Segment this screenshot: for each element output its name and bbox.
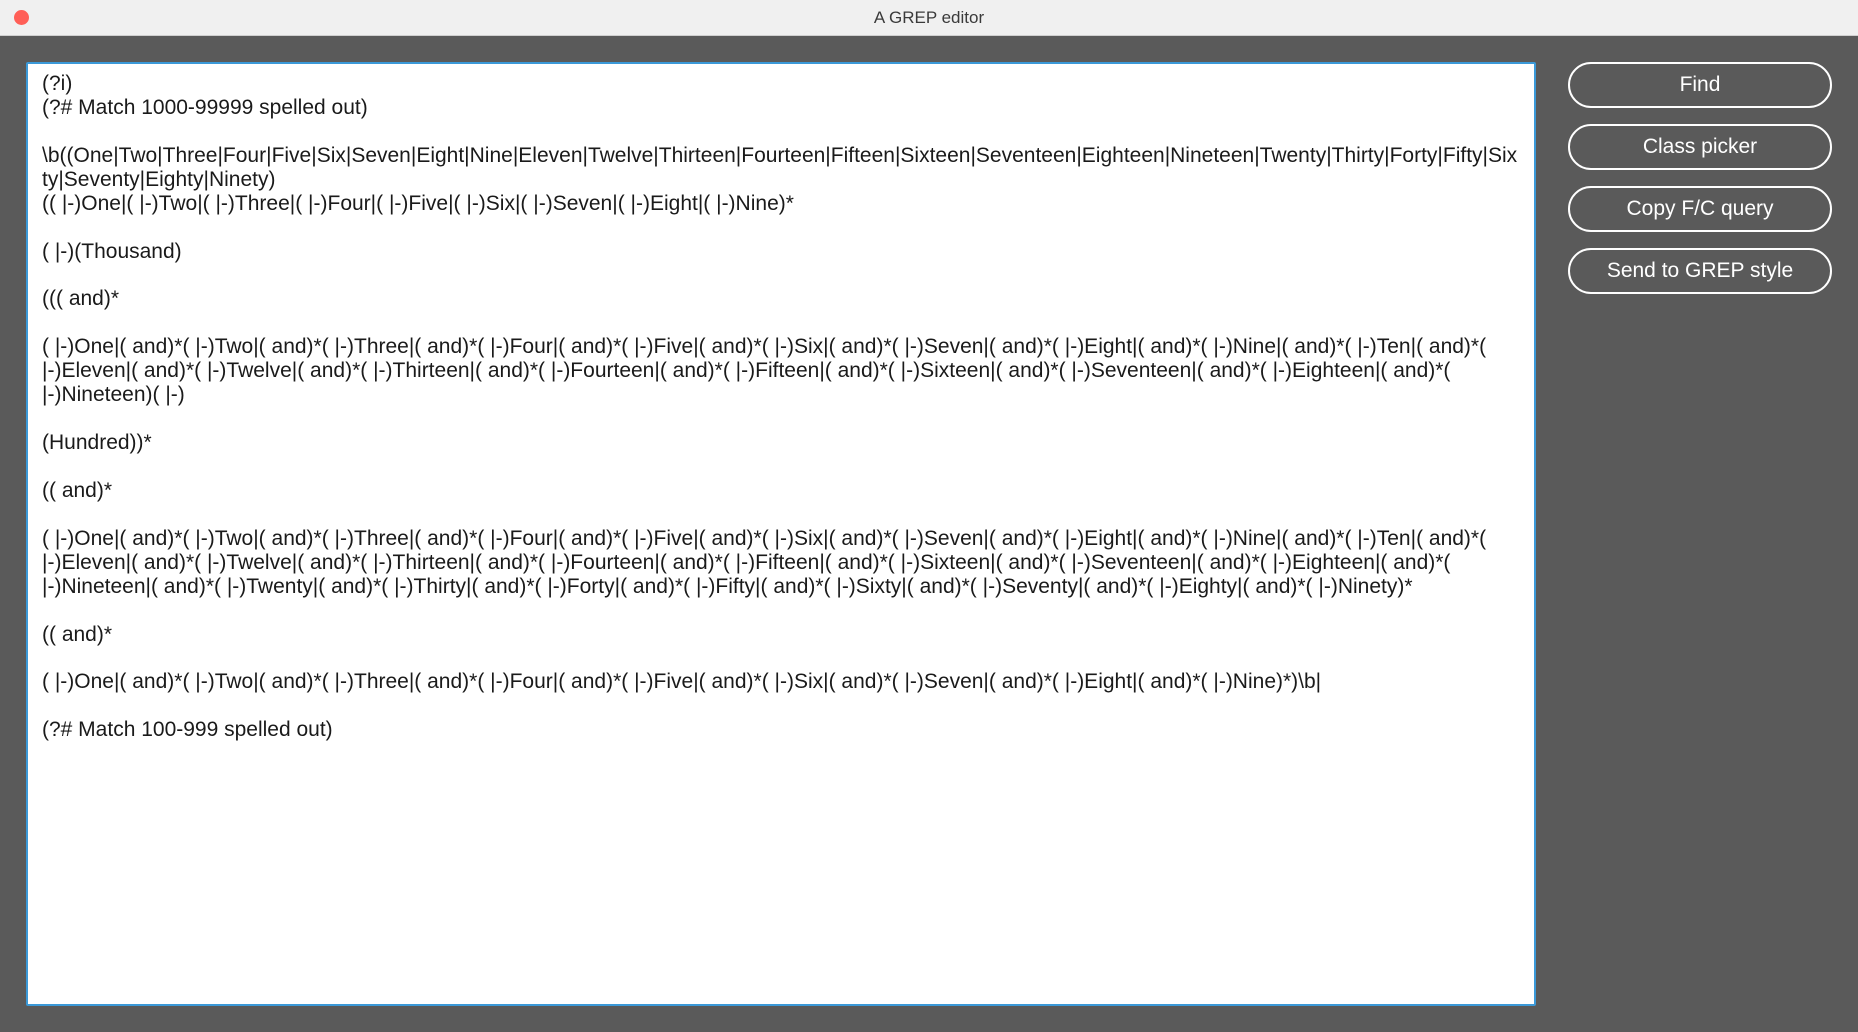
close-window-button[interactable] <box>14 10 29 25</box>
find-button[interactable]: Find <box>1568 62 1832 108</box>
traffic-lights <box>0 10 29 25</box>
sidebar: Find Class picker Copy F/C query Send to… <box>1568 62 1832 1006</box>
grep-editor-textarea[interactable]: (?i) (?# Match 1000-99999 spelled out) \… <box>42 72 1520 996</box>
main-container: (?i) (?# Match 1000-99999 spelled out) \… <box>0 36 1858 1032</box>
window-title: A GREP editor <box>0 8 1858 28</box>
class-picker-button[interactable]: Class picker <box>1568 124 1832 170</box>
titlebar: A GREP editor <box>0 0 1858 36</box>
send-to-grep-style-button[interactable]: Send to GREP style <box>1568 248 1832 294</box>
copy-fc-query-button[interactable]: Copy F/C query <box>1568 186 1832 232</box>
editor-panel: (?i) (?# Match 1000-99999 spelled out) \… <box>26 62 1536 1006</box>
